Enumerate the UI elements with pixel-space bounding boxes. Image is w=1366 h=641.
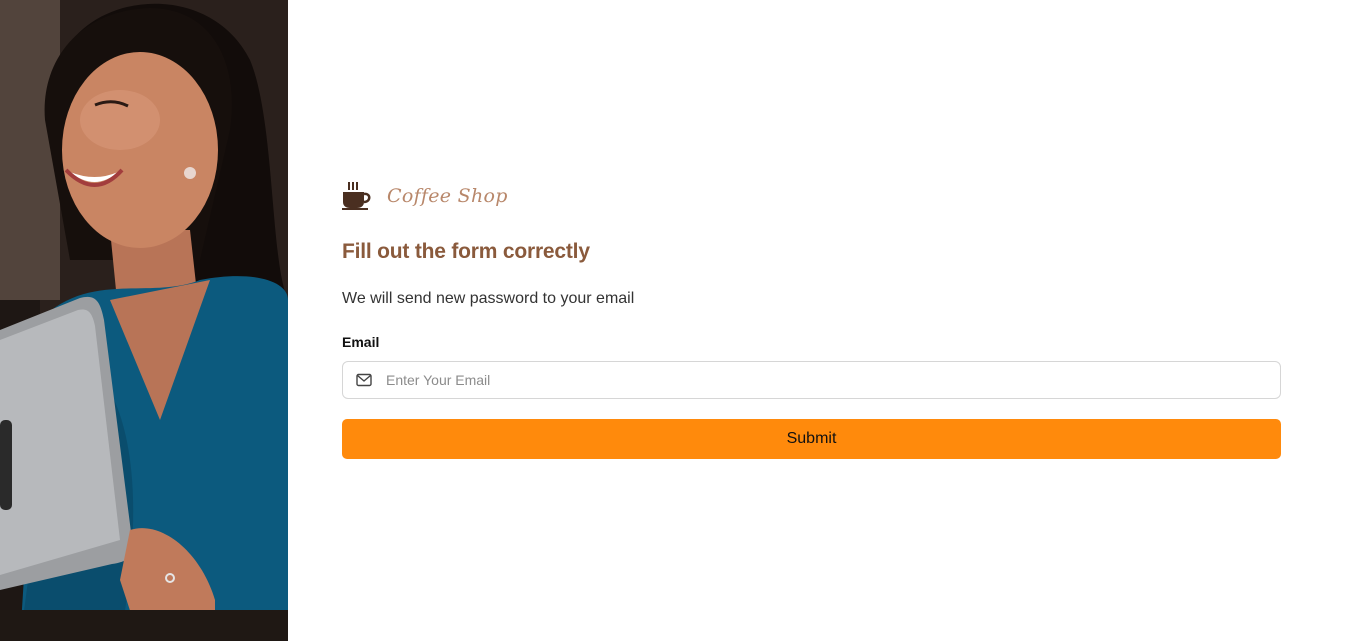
submit-button[interactable]: Submit xyxy=(342,419,1281,459)
brand-name: Coffee Shop xyxy=(387,185,508,207)
page-subtitle: We will send new password to your email xyxy=(342,290,635,307)
hero-photo xyxy=(0,0,288,641)
coffee-cup-icon xyxy=(342,181,372,211)
reset-password-page: Coffee Shop Fill out the form correctly … xyxy=(0,0,1366,641)
brand-logo: Coffee Shop xyxy=(342,180,508,212)
page-title: Fill out the form correctly xyxy=(342,240,590,263)
email-input[interactable] xyxy=(386,362,1266,398)
email-field[interactable] xyxy=(342,361,1281,399)
mail-icon xyxy=(356,373,372,387)
email-label: Email xyxy=(342,334,380,350)
